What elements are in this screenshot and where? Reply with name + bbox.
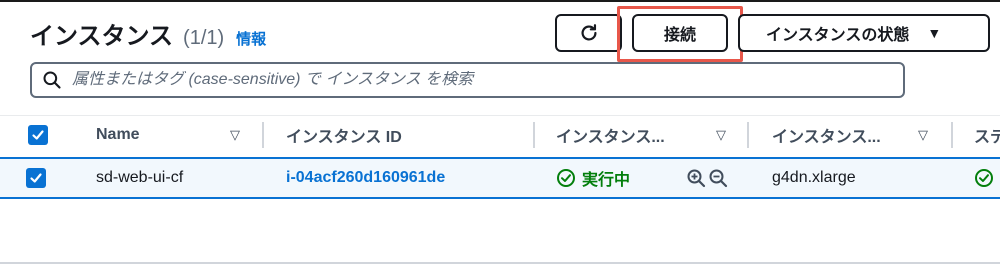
page-header: インスタンス (1/1) 情報 bbox=[30, 16, 266, 51]
zoom-controls bbox=[686, 159, 728, 197]
search-input[interactable] bbox=[72, 71, 892, 89]
info-link[interactable]: 情報 bbox=[236, 28, 266, 49]
zoom-in-icon[interactable] bbox=[686, 168, 706, 188]
instance-state-dropdown[interactable]: インスタンスの状態 ▼ bbox=[738, 14, 990, 52]
connect-button[interactable]: 接続 bbox=[632, 14, 728, 52]
column-resize-handle[interactable] bbox=[262, 122, 264, 148]
select-all-checkbox[interactable] bbox=[28, 125, 48, 145]
sort-icon[interactable]: ▽ bbox=[230, 127, 240, 143]
column-resize-handle[interactable] bbox=[951, 122, 953, 148]
column-header-instance-id[interactable]: インスタンス ID bbox=[286, 116, 402, 154]
check-icon bbox=[32, 130, 44, 140]
select-all-cell[interactable] bbox=[28, 116, 48, 154]
sort-icon[interactable]: ▽ bbox=[918, 127, 928, 143]
instance-name: sd-web-ui-cf bbox=[96, 169, 184, 186]
table-bottom-divider bbox=[0, 262, 1000, 264]
column-header-name[interactable]: Name bbox=[96, 116, 140, 154]
top-divider bbox=[0, 0, 1000, 2]
page-title: インスタンス bbox=[30, 23, 174, 50]
column-resize-handle[interactable] bbox=[533, 122, 535, 148]
instance-state-label: インスタンスの状態 bbox=[766, 27, 910, 44]
connect-label: 接続 bbox=[663, 27, 696, 44]
caret-down-icon: ▼ bbox=[927, 25, 942, 41]
search-icon bbox=[43, 71, 61, 89]
table-row[interactable]: sd-web-ui-cf i-04acf260d160961de 実行中 g4d… bbox=[0, 157, 1000, 199]
status-check-cell bbox=[974, 159, 994, 197]
instance-state-cell: 実行中 bbox=[556, 159, 630, 197]
check-icon bbox=[30, 173, 42, 183]
column-header-status-check[interactable]: ステ bbox=[974, 116, 1000, 154]
check-circle-icon bbox=[975, 169, 993, 187]
refresh-icon bbox=[581, 24, 597, 41]
table-header: Name ▽ インスタンス ID インスタンス... ▽ インスタンス... ▽… bbox=[0, 116, 1000, 154]
column-header-instance-type[interactable]: インスタンス... bbox=[772, 116, 881, 154]
instance-type: g4dn.xlarge bbox=[772, 169, 856, 186]
row-checkbox[interactable] bbox=[26, 168, 46, 188]
sort-icon[interactable]: ▽ bbox=[716, 127, 726, 143]
check-circle-icon bbox=[557, 169, 575, 187]
zoom-out-icon[interactable] bbox=[708, 168, 728, 188]
row-select-cell[interactable] bbox=[26, 159, 46, 197]
instance-state-text: 実行中 bbox=[582, 172, 631, 189]
instance-id-link[interactable]: i-04acf260d160961de bbox=[286, 159, 445, 197]
column-resize-handle[interactable] bbox=[747, 122, 749, 148]
search-box[interactable] bbox=[30, 62, 905, 98]
column-header-instance-state[interactable]: インスタンス... bbox=[556, 116, 665, 154]
refresh-button[interactable] bbox=[555, 14, 622, 52]
instance-count: (1/1) bbox=[183, 27, 225, 49]
